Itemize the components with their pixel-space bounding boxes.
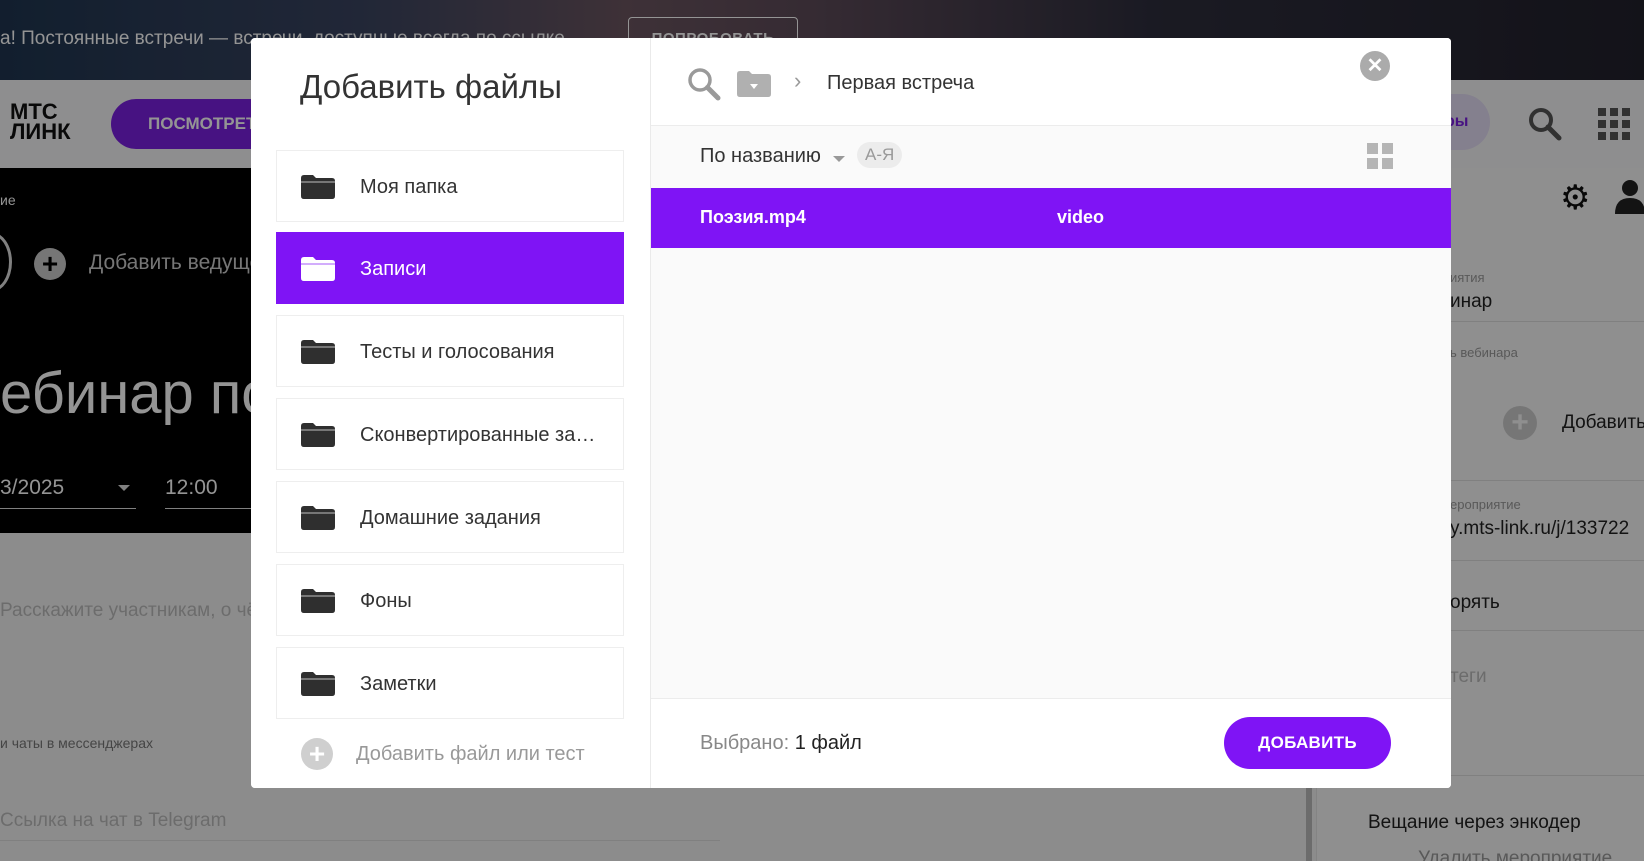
add-button[interactable]: ДОБАВИТЬ	[1224, 717, 1391, 769]
file-type: video	[1057, 207, 1105, 227]
search-icon[interactable]	[687, 67, 721, 101]
folder-label: Домашние задания	[360, 507, 541, 529]
dialog-footer: Выбрано: 1 файл ДОБАВИТЬ	[651, 698, 1451, 788]
folder-icon	[301, 506, 335, 530]
file-row[interactable]: Поэзия.mp4 video	[651, 188, 1451, 248]
plus-icon: +	[301, 738, 333, 770]
selected-count: 1 файл	[794, 732, 862, 754]
sort-dropdown[interactable]: По названию	[700, 145, 821, 168]
folder-item-homework[interactable]: Домашние задания	[276, 481, 624, 553]
folder-list: Моя папка Записи Тесты и голосования Ско…	[276, 150, 626, 750]
folder-icon	[301, 257, 335, 281]
folder-icon	[301, 423, 335, 447]
grid-view-icon[interactable]	[1367, 143, 1393, 169]
selected-summary: Выбрано: 1 файл	[700, 732, 862, 755]
chevron-down-icon[interactable]	[833, 156, 845, 168]
breadcrumb: › Первая встреча	[651, 38, 1451, 126]
folder-item-backgrounds[interactable]: Фоны	[276, 564, 624, 636]
folder-item-converted[interactable]: Сконвертированные записи	[276, 398, 624, 470]
folder-icon	[301, 340, 335, 364]
breadcrumb-current: Первая встреча	[827, 72, 975, 94]
dialog-title: Добавить файлы	[300, 68, 562, 105]
folders-pane: Добавить файлы Моя папка Записи Тесты и …	[251, 38, 651, 788]
add-files-dialog: Добавить файлы Моя папка Записи Тесты и …	[251, 38, 1451, 788]
files-pane: › Первая встреча По названию А-Я Поэзия.…	[651, 38, 1451, 788]
folder-label: Фоны	[360, 590, 412, 612]
folder-icon	[301, 672, 335, 696]
folder-label: Сконвертированные записи	[360, 424, 600, 446]
folder-icon	[301, 589, 335, 613]
breadcrumb-separator: ›	[794, 68, 802, 93]
folder-label: Заметки	[360, 673, 437, 695]
file-name: Поэзия.mp4	[700, 207, 806, 227]
add-file-label: Добавить файл или тест	[356, 743, 585, 765]
sort-order-toggle[interactable]: А-Я	[857, 142, 903, 168]
folder-label: Тесты и голосования	[360, 341, 555, 363]
folder-icon	[301, 175, 335, 199]
folder-label: Моя папка	[360, 176, 458, 198]
folder-item-notes[interactable]: Заметки	[276, 647, 624, 719]
folder-item-recordings[interactable]: Записи	[276, 232, 624, 304]
folder-item-tests[interactable]: Тесты и голосования	[276, 315, 624, 387]
folder-item-my-folder[interactable]: Моя папка	[276, 150, 624, 222]
close-icon[interactable]: ✕	[1360, 51, 1390, 81]
selected-label: Выбрано:	[700, 732, 790, 754]
folder-dropdown-icon[interactable]	[737, 71, 771, 97]
folder-label: Записи	[360, 258, 427, 280]
